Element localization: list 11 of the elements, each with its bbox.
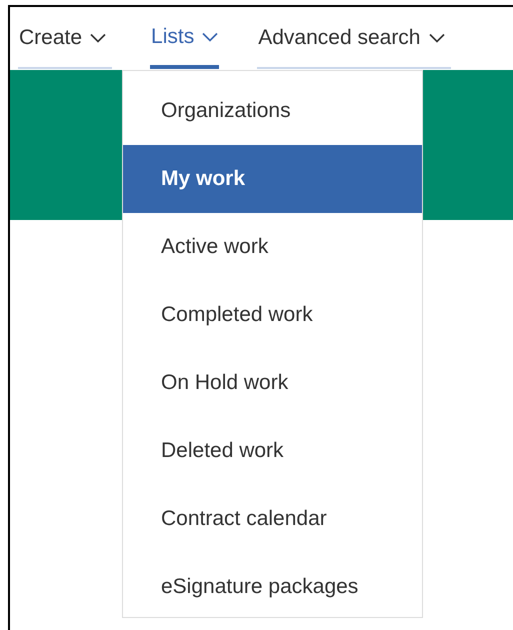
chevron-down-icon [428, 33, 444, 43]
menu-item[interactable]: Contract calendar [123, 485, 422, 553]
menu-item[interactable]: On Hold work [123, 349, 422, 417]
chevron-down-icon [202, 32, 218, 42]
menu-item[interactable]: Deleted work [123, 417, 422, 485]
menu-item[interactable]: eSignature packages [123, 553, 422, 621]
chevron-down-icon [90, 33, 106, 43]
menu-item[interactable]: My work [123, 145, 422, 213]
menu-item[interactable]: Completed work [123, 281, 422, 349]
menu-item[interactable]: Active work [123, 213, 422, 281]
menu-item[interactable]: Organizations [123, 77, 422, 145]
